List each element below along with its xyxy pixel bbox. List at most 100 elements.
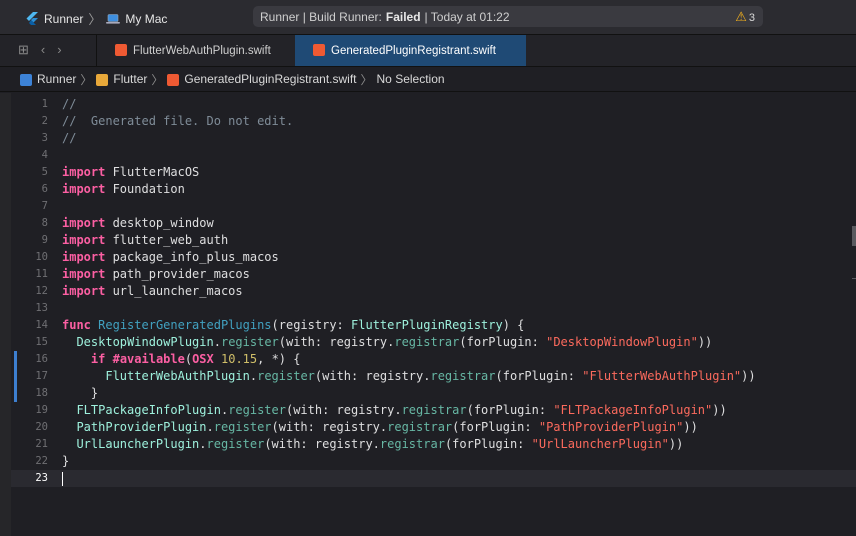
activity-status[interactable]: Runner | Build Runner: Failed | Today at…	[253, 6, 763, 27]
line-number[interactable]: 10	[11, 249, 48, 266]
chevron-right-icon: 〉	[151, 72, 164, 87]
code-line[interactable]: 18 }	[11, 385, 856, 402]
code-text: FLTPackageInfoPlugin.register(with: regi…	[62, 402, 726, 419]
line-number[interactable]: 4	[11, 147, 48, 164]
code-line[interactable]: 12 import url_launcher_macos	[11, 283, 856, 300]
line-number[interactable]: 15	[11, 334, 48, 351]
laptop-icon	[106, 13, 121, 24]
code-token: import	[62, 165, 106, 179]
warning-count: 3	[748, 12, 755, 24]
line-number[interactable]: 7	[11, 198, 48, 215]
code-line[interactable]: 8 import desktop_window	[11, 215, 856, 232]
code-line[interactable]: 9 import flutter_web_auth	[11, 232, 856, 249]
code-token: .	[213, 335, 221, 349]
code-token: "FLTPackageInfoPlugin"	[553, 403, 713, 417]
code-token: registrar	[387, 420, 453, 434]
status-result: Failed	[385, 9, 421, 24]
code-line[interactable]: 23	[11, 470, 856, 487]
line-number[interactable]: 21	[11, 436, 48, 453]
line-number[interactable]: 19	[11, 402, 48, 419]
line-number[interactable]: 1	[11, 96, 48, 113]
code-token: (forPlugin:	[466, 403, 554, 417]
code-text: import desktop_window	[62, 215, 214, 232]
code-line[interactable]: 2 // Generated file. Do not edit.	[11, 113, 856, 130]
code-line[interactable]: 20 PathProviderPlugin.register(with: reg…	[11, 419, 856, 436]
code-text: // Generated file. Do not edit.	[62, 113, 293, 130]
warning-badge[interactable]: ⚠ 3	[735, 9, 755, 25]
code-line[interactable]: 6 import Foundation	[11, 181, 856, 198]
code-line[interactable]: 21 UrlLauncherPlugin.register(with: regi…	[11, 436, 856, 453]
code-token: (with: registry.	[314, 369, 431, 383]
code-line[interactable]: 13	[11, 300, 856, 317]
code-token: //	[62, 97, 77, 111]
scheme-selector[interactable]: Runner 〉 My Mac	[26, 9, 167, 28]
tab-generated-plugin-registrant[interactable]: GeneratedPluginRegistrant.swift	[295, 35, 526, 66]
code-text: import FlutterMacOS	[62, 164, 199, 181]
code-text: if #available(OSX 10.15, *) {	[62, 351, 301, 368]
swift-file-icon	[313, 44, 325, 56]
jump-item-file[interactable]: GeneratedPluginRegistrant.swift	[167, 72, 357, 86]
destination-name: My Mac	[125, 11, 168, 26]
code-token: ) {	[502, 318, 525, 332]
line-number[interactable]: 22	[11, 453, 48, 470]
code-line[interactable]: 19 FLTPackageInfoPlugin.register(with: r…	[11, 402, 856, 419]
line-number[interactable]: 2	[11, 113, 48, 130]
code-line[interactable]: 22}	[11, 453, 856, 470]
code-line[interactable]: 17 FlutterWebAuthPlugin.register(with: r…	[11, 368, 856, 385]
code-token: flutter_web_auth	[105, 233, 229, 247]
code-line[interactable]: 3 //	[11, 130, 856, 147]
jump-item-runner[interactable]: Runner	[20, 72, 76, 86]
jump-item-selection[interactable]: No Selection	[377, 72, 445, 86]
code-token: (forPlugin:	[459, 335, 547, 349]
code-line[interactable]: 5 import FlutterMacOS	[11, 164, 856, 181]
line-number[interactable]: 20	[11, 419, 48, 436]
status-time: | Today at 01:22	[424, 9, 510, 24]
code-token: "DesktopWindowPlugin"	[546, 335, 698, 349]
line-number[interactable]: 23	[11, 470, 48, 487]
code-token: register	[228, 403, 286, 417]
code-line[interactable]: 10 import package_info_plus_macos	[11, 249, 856, 266]
jump-item-flutter[interactable]: Flutter	[96, 72, 147, 86]
line-number[interactable]: 6	[11, 181, 48, 198]
code-token: func	[62, 318, 91, 332]
code-line[interactable]: 15 DesktopWindowPlugin.register(with: re…	[11, 334, 856, 351]
tab-label: FlutterWebAuthPlugin.swift	[133, 44, 271, 57]
chevron-right-icon[interactable]: ›	[57, 42, 61, 58]
code-text: func RegisterGeneratedPlugins(registry: …	[62, 317, 524, 334]
code-token: (with: registry.	[278, 335, 395, 349]
code-token: "FlutterWebAuthPlugin"	[582, 369, 742, 383]
code-line[interactable]: 11 import path_provider_macos	[11, 266, 856, 283]
code-line[interactable]: 4	[11, 147, 856, 164]
code-token: FlutterPluginRegistry	[351, 318, 503, 332]
tab-bar: ⊞ ‹ › FlutterWebAuthPlugin.swift Generat…	[0, 35, 856, 67]
code-text: FlutterWebAuthPlugin.register(with: regi…	[62, 368, 755, 385]
chevron-left-icon[interactable]: ‹	[41, 42, 45, 58]
line-number[interactable]: 5	[11, 164, 48, 181]
change-indicator[interactable]	[14, 351, 17, 402]
grid-icon[interactable]: ⊞	[18, 42, 29, 58]
line-number[interactable]: 3	[11, 130, 48, 147]
line-number[interactable]: 13	[11, 300, 48, 317]
code-text: import package_info_plus_macos	[62, 249, 279, 266]
source-editor[interactable]: 1 // 2 // Generated file. Do not edit. 3 // 4 5…	[11, 93, 856, 536]
code-token: package_info_plus_macos	[105, 250, 279, 264]
line-number[interactable]: 12	[11, 283, 48, 300]
line-number[interactable]: 8	[11, 215, 48, 232]
warning-icon: ⚠	[735, 9, 747, 24]
line-number[interactable]: 11	[11, 266, 48, 283]
code-token: FlutterWebAuthPlugin	[105, 369, 250, 383]
line-number[interactable]: 9	[11, 232, 48, 249]
line-number[interactable]: 14	[11, 317, 48, 334]
tab-flutter-web-auth-plugin[interactable]: FlutterWebAuthPlugin.swift	[96, 35, 294, 66]
tab-navigation: ⊞ ‹ ›	[18, 42, 62, 58]
code-line[interactable]: 16 if #available(OSX 10.15, *) {	[11, 351, 856, 368]
code-token: //	[62, 131, 77, 145]
code-token: register	[213, 420, 272, 434]
code-line[interactable]: 7	[11, 198, 856, 215]
code-token: (registry:	[271, 318, 352, 332]
code-text: import Foundation	[62, 181, 185, 198]
code-line[interactable]: 1 //	[11, 96, 856, 113]
code-line[interactable]: 14 func RegisterGeneratedPlugins(registry…	[11, 317, 856, 334]
